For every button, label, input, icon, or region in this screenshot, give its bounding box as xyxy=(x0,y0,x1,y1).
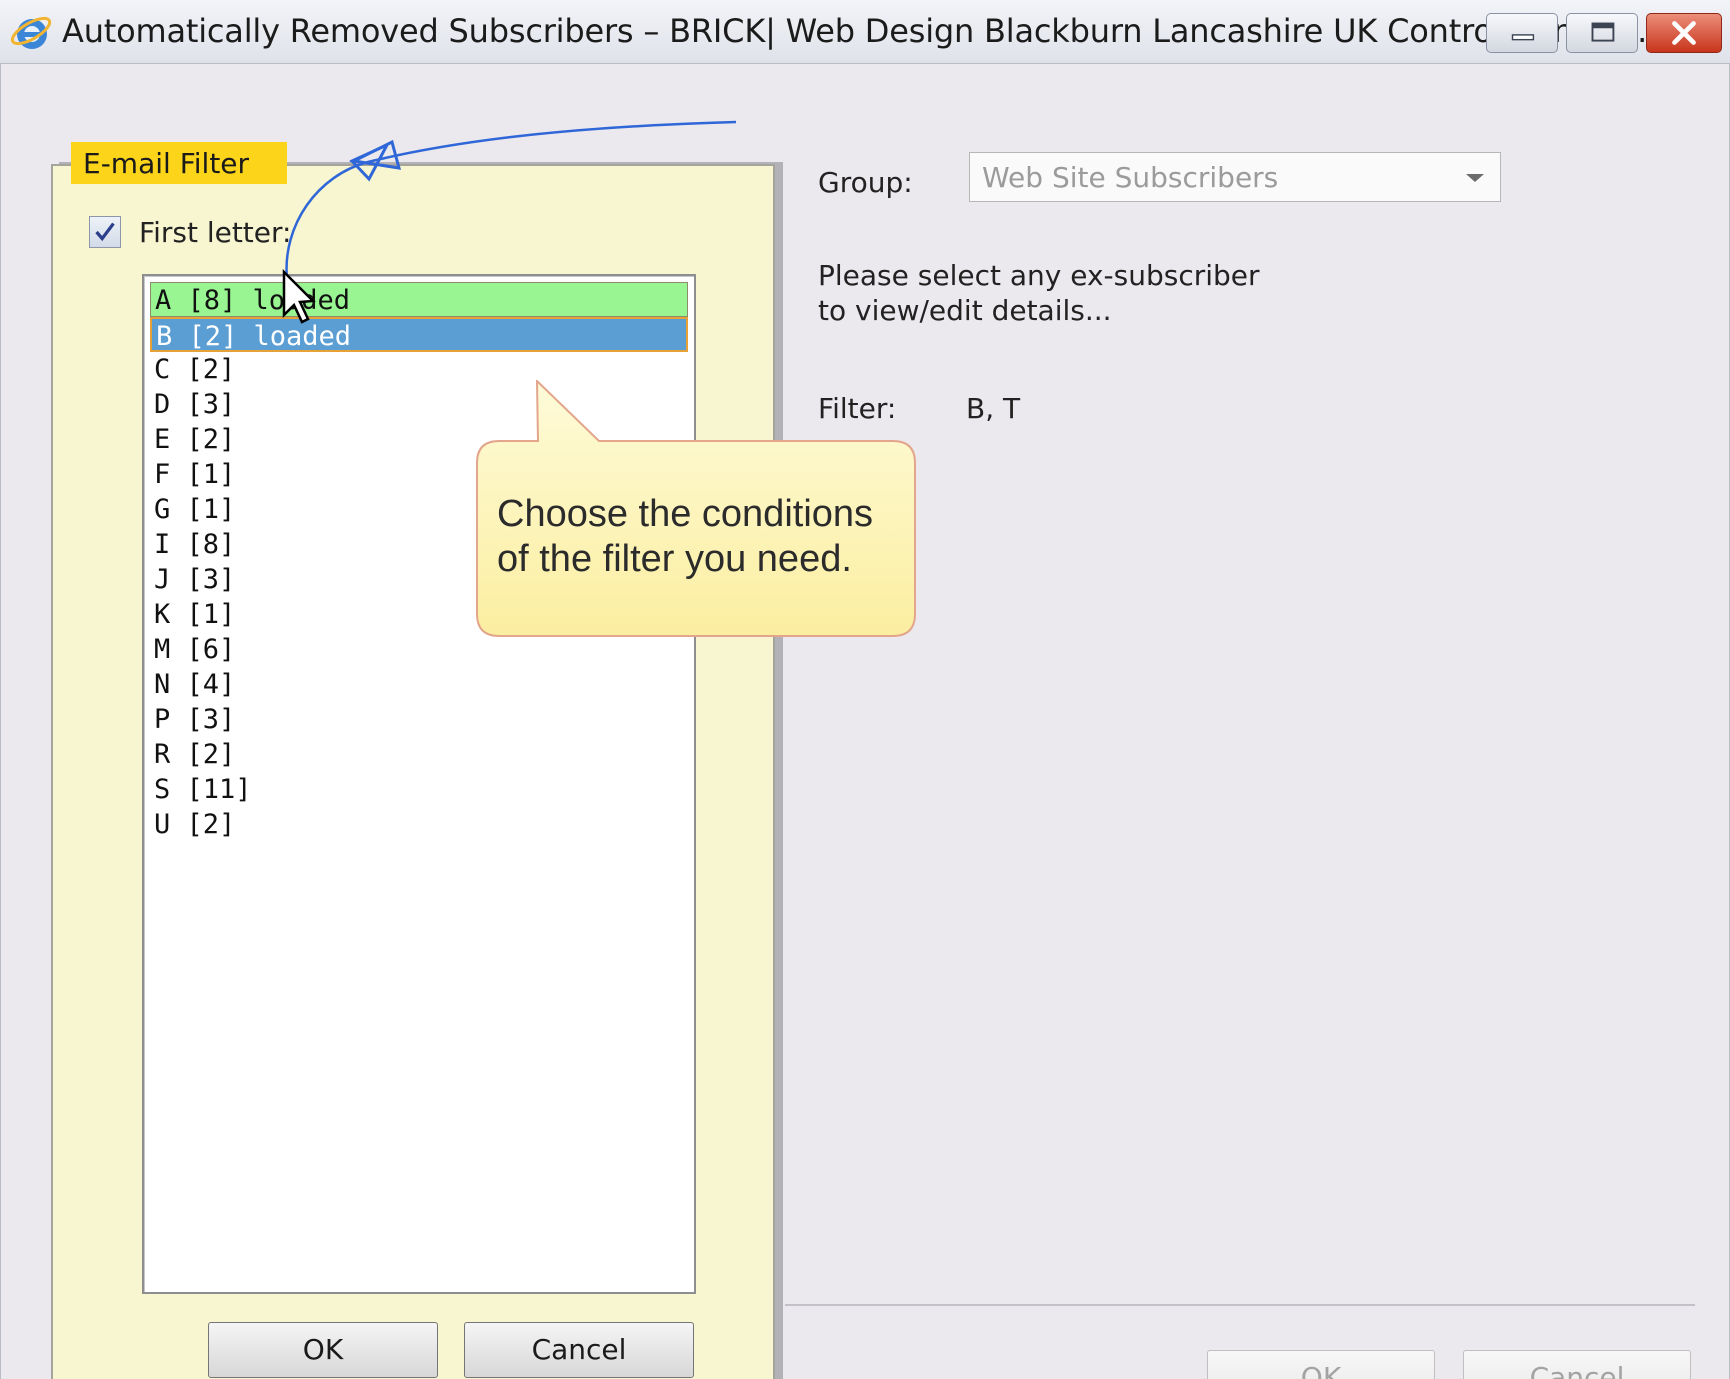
group-dropdown[interactable]: Web Site Subscribers xyxy=(969,152,1501,202)
title-bar: Automatically Removed Subscribers – BRIC… xyxy=(0,0,1730,64)
instruction-line-2: to view/edit details... xyxy=(818,294,1112,327)
list-item-u[interactable]: U [2] xyxy=(150,807,688,842)
list-item-r[interactable]: R [2] xyxy=(150,737,688,772)
list-item-b[interactable]: B [2] loaded xyxy=(150,317,688,352)
bottom-separator xyxy=(785,1304,1695,1306)
filter-ok-button[interactable]: OK xyxy=(208,1322,438,1378)
email-filter-tab-label: E-mail Filter xyxy=(83,147,250,180)
filter-cancel-button[interactable]: Cancel xyxy=(464,1322,694,1378)
group-label: Group: xyxy=(818,166,913,199)
list-item-a[interactable]: A [8] loaded xyxy=(150,282,688,317)
group-dropdown-value: Web Site Subscribers xyxy=(982,161,1279,194)
cancel-button[interactable]: Cancel xyxy=(1463,1350,1691,1379)
internet-explorer-icon xyxy=(8,10,54,54)
close-button[interactable] xyxy=(1646,13,1722,53)
checkmark-icon xyxy=(95,222,115,242)
filter-value: B, T xyxy=(966,392,1021,425)
window-body: E-mail Filter First letter: A [8] loaded… xyxy=(0,64,1730,1379)
email-filter-tab: E-mail Filter xyxy=(71,142,287,184)
list-item-n[interactable]: N [4] xyxy=(150,667,688,702)
window-title: Automatically Removed Subscribers – BRIC… xyxy=(62,12,1658,50)
first-letter-label: First letter: xyxy=(139,216,292,249)
instruction-message: Please select any ex-subscriber to view/… xyxy=(818,258,1260,328)
callout-text: Choose the conditions of the filter you … xyxy=(497,493,874,580)
list-item-p[interactable]: P [3] xyxy=(150,702,688,737)
minimize-button[interactable] xyxy=(1486,13,1558,53)
chevron-down-icon xyxy=(1466,174,1484,182)
list-item-s[interactable]: S [11] xyxy=(150,772,688,807)
instruction-line-1: Please select any ex-subscriber xyxy=(818,259,1260,292)
first-letter-checkbox[interactable] xyxy=(89,216,121,248)
maximize-button[interactable] xyxy=(1566,13,1638,53)
ok-button[interactable]: OK xyxy=(1207,1350,1435,1379)
